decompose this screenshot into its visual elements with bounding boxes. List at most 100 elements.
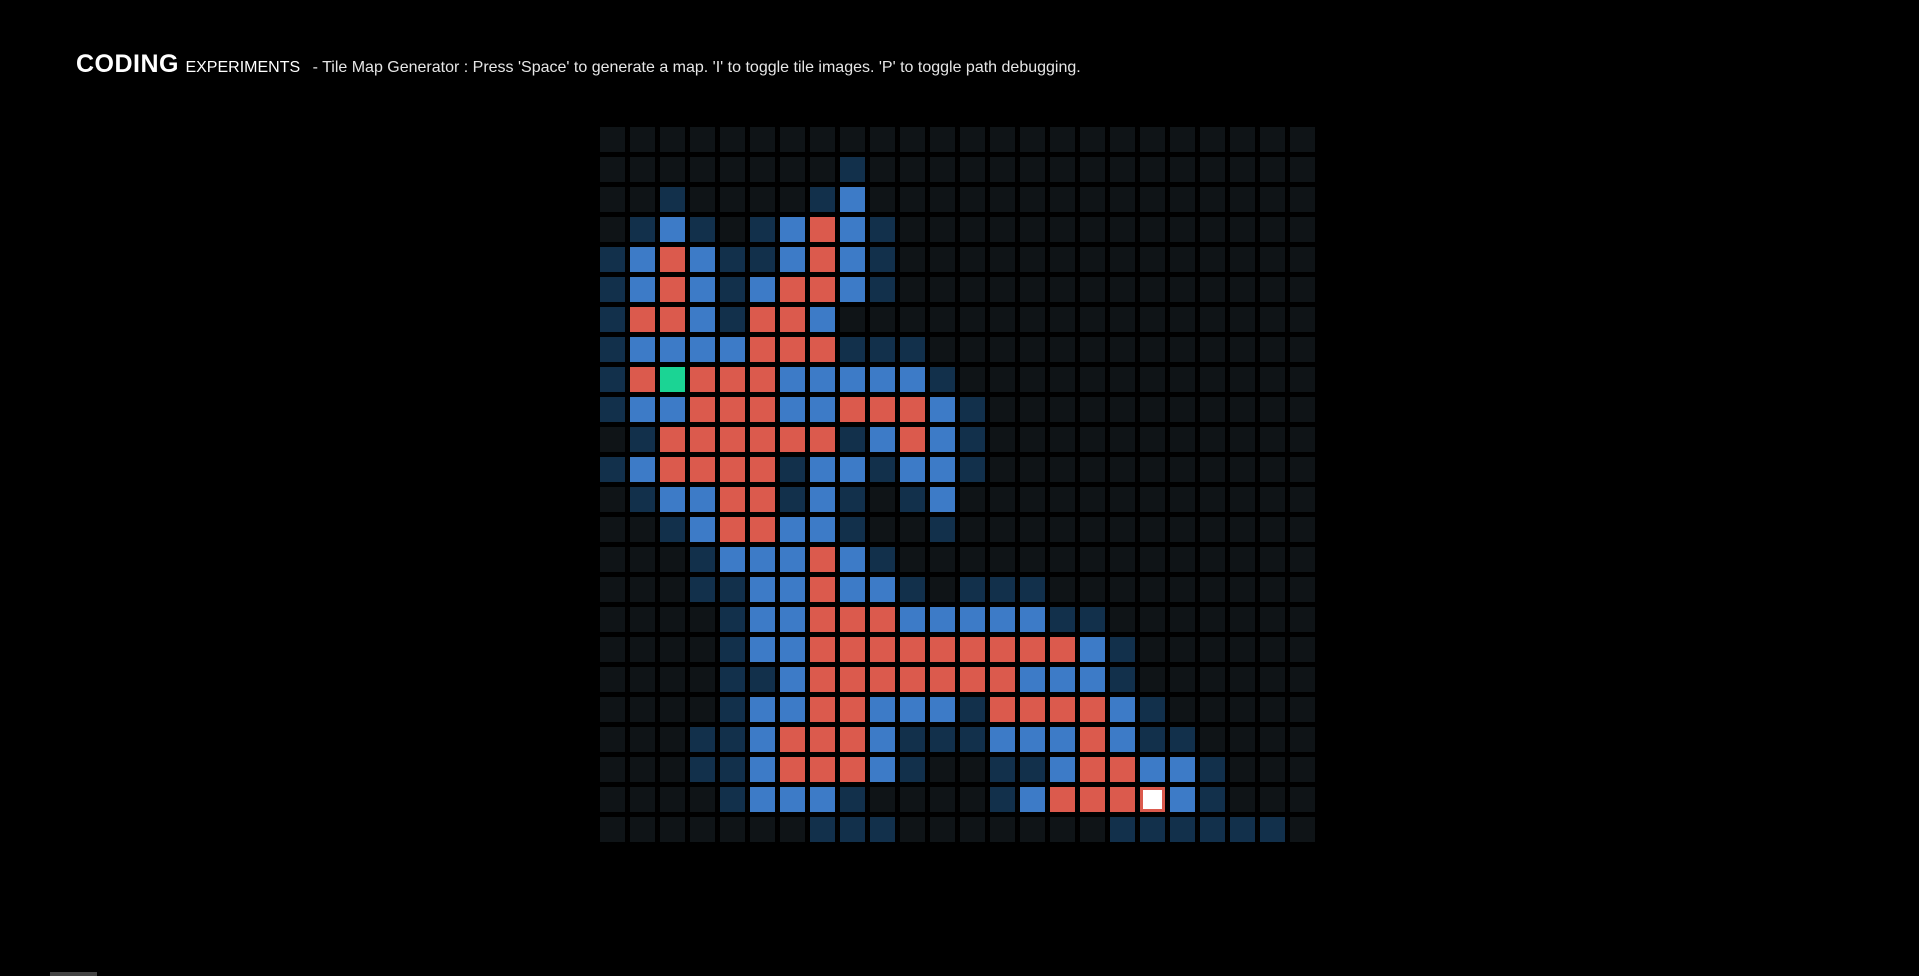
- tile-dark: [1050, 607, 1075, 632]
- tile-dark: [1170, 727, 1195, 752]
- tile-empty: [1080, 457, 1105, 482]
- tile-path: [750, 517, 775, 542]
- tile-empty: [1290, 487, 1315, 512]
- tile-empty: [1140, 277, 1165, 302]
- tile-empty: [690, 127, 715, 152]
- tile-path: [630, 307, 655, 332]
- tile-empty: [1170, 667, 1195, 692]
- tile-empty: [780, 157, 805, 182]
- tile-empty: [1110, 577, 1135, 602]
- tile-light: [840, 277, 865, 302]
- tile-empty: [1080, 577, 1105, 602]
- tile-empty: [1200, 427, 1225, 452]
- tile-empty: [1110, 277, 1135, 302]
- tile-dark: [900, 727, 925, 752]
- tile-empty: [870, 157, 895, 182]
- tile-path: [780, 277, 805, 302]
- tile-empty: [1140, 397, 1165, 422]
- tile-empty: [1020, 547, 1045, 572]
- tile-empty: [1080, 547, 1105, 572]
- tile-light: [780, 607, 805, 632]
- tile-empty: [1020, 517, 1045, 542]
- tile-path: [780, 757, 805, 782]
- tile-empty: [1290, 307, 1315, 332]
- tile-dark: [750, 667, 775, 692]
- tile-empty: [870, 187, 895, 212]
- tile-empty: [1290, 157, 1315, 182]
- tile-light: [900, 607, 925, 632]
- tile-empty: [960, 157, 985, 182]
- tile-empty: [1260, 367, 1285, 392]
- tile-empty: [1230, 697, 1255, 722]
- tile-empty: [630, 757, 655, 782]
- tile-empty: [1200, 457, 1225, 482]
- tile-dark: [990, 757, 1015, 782]
- tile-path: [930, 637, 955, 662]
- tile-empty: [990, 247, 1015, 272]
- tile-empty: [930, 277, 955, 302]
- tile-empty: [930, 307, 955, 332]
- tile-light: [840, 187, 865, 212]
- tile-empty: [1260, 217, 1285, 242]
- tile-dark: [1110, 817, 1135, 842]
- tile-dark: [780, 457, 805, 482]
- tile-empty: [1170, 277, 1195, 302]
- tile-empty: [1290, 607, 1315, 632]
- tile-path: [750, 427, 775, 452]
- tile-light: [840, 217, 865, 242]
- tile-empty: [660, 637, 685, 662]
- tile-path: [810, 217, 835, 242]
- tile-dark: [960, 427, 985, 452]
- tile-dark: [1140, 727, 1165, 752]
- tile-empty: [960, 217, 985, 242]
- tile-dark: [870, 217, 895, 242]
- tile-empty: [960, 547, 985, 572]
- tile-empty: [1260, 457, 1285, 482]
- tile-dark: [900, 577, 925, 602]
- tile-light: [990, 607, 1015, 632]
- tile-light: [960, 607, 985, 632]
- tile-dark: [870, 547, 895, 572]
- tile-empty: [1200, 157, 1225, 182]
- tile-empty: [660, 607, 685, 632]
- tile-empty: [1050, 427, 1075, 452]
- tile-path: [720, 487, 745, 512]
- tile-light: [690, 277, 715, 302]
- tile-empty: [750, 127, 775, 152]
- tile-empty: [660, 757, 685, 782]
- tile-light: [780, 667, 805, 692]
- tile-empty: [930, 157, 955, 182]
- tile-empty: [1050, 367, 1075, 392]
- tile-empty: [1140, 187, 1165, 212]
- tile-dark: [1110, 637, 1135, 662]
- tile-empty: [1080, 397, 1105, 422]
- tile-path: [840, 637, 865, 662]
- tile-empty: [1140, 427, 1165, 452]
- tile-empty: [1200, 277, 1225, 302]
- tile-dark: [600, 367, 625, 392]
- tile-dark: [630, 427, 655, 452]
- tile-empty: [1110, 367, 1135, 392]
- tile-empty: [1170, 607, 1195, 632]
- tile-empty: [630, 127, 655, 152]
- tile-empty: [720, 817, 745, 842]
- tile-dark: [960, 397, 985, 422]
- tile-empty: [1230, 247, 1255, 272]
- tile-empty: [1170, 547, 1195, 572]
- tile-empty: [1080, 427, 1105, 452]
- tile-path: [780, 337, 805, 362]
- tile-dark: [720, 727, 745, 752]
- tile-empty: [660, 577, 685, 602]
- tile-empty: [1290, 247, 1315, 272]
- tile-light: [1170, 757, 1195, 782]
- tile-empty: [1110, 397, 1135, 422]
- tile-empty: [990, 817, 1015, 842]
- tile-empty: [900, 517, 925, 542]
- tile-dark: [870, 817, 895, 842]
- tile-empty: [1110, 127, 1135, 152]
- tile-empty: [1230, 307, 1255, 332]
- tile-dark: [900, 757, 925, 782]
- tile-empty: [960, 337, 985, 362]
- tile-dark: [720, 787, 745, 812]
- tile-empty: [1020, 427, 1045, 452]
